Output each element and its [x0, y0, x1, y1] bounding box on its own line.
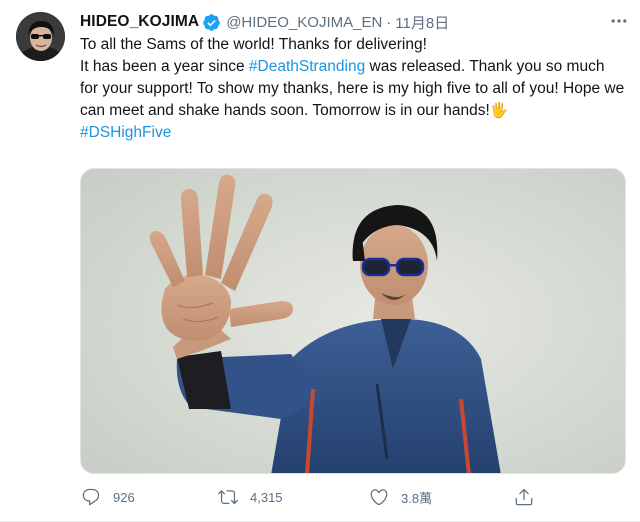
retweet-count: 4,315	[250, 489, 283, 505]
tweet-actions: 926 4,315 3.8萬	[80, 484, 550, 510]
tweet-header: HIDEO_KOJIMA @HIDEO_KOJIMA_EN · 11月8日	[80, 10, 620, 34]
share-icon	[513, 486, 535, 508]
tweet-text-paragraph: It has been a year since #DeathStranding…	[80, 56, 625, 122]
tweet-text-line1: To all the Sams of the world! Thanks for…	[80, 36, 427, 53]
retweet-button[interactable]: 4,315	[217, 484, 283, 510]
verified-badge-icon	[202, 13, 221, 32]
more-options-button[interactable]	[604, 6, 634, 36]
raised-hand-emoji-icon: 🖐	[489, 102, 509, 119]
tweet-card[interactable]: HIDEO_KOJIMA @HIDEO_KOJIMA_EN · 11月8日 To…	[0, 0, 640, 522]
author-display-name[interactable]: HIDEO_KOJIMA	[80, 13, 199, 31]
reply-button[interactable]: 926	[80, 484, 135, 510]
more-horizontal-icon	[611, 19, 627, 23]
tweet-text: To all the Sams of the world! Thanks for…	[80, 34, 625, 144]
author-handle[interactable]: @HIDEO_KOJIMA_EN	[226, 14, 382, 31]
tweet-photo[interactable]	[80, 168, 626, 474]
header-separator: ·	[386, 13, 392, 31]
reply-count: 926	[113, 489, 135, 505]
retweet-icon	[217, 486, 239, 508]
hashtag-dshighfive[interactable]: #DSHighFive	[80, 124, 171, 141]
reply-icon	[80, 486, 102, 508]
like-count: 3.8萬	[401, 490, 433, 506]
heart-icon	[368, 486, 390, 508]
avatar[interactable]	[16, 12, 65, 61]
tweet-text-before-hashtag: It has been a year since	[80, 58, 249, 75]
share-button[interactable]	[513, 484, 546, 510]
hashtag-deathstranding[interactable]: #DeathStranding	[249, 58, 365, 75]
tweet-date[interactable]: 11月8日	[395, 12, 449, 33]
like-button[interactable]: 3.8萬	[368, 484, 432, 510]
